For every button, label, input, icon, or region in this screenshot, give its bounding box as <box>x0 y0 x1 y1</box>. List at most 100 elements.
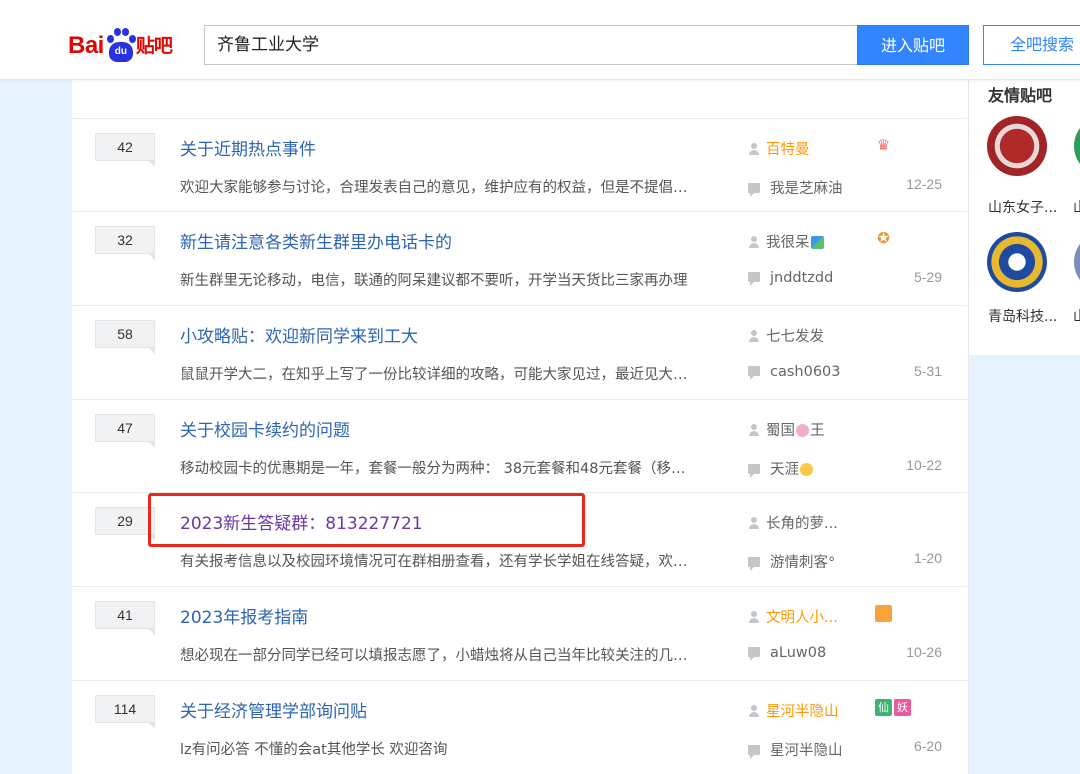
last-reply-user[interactable]: 星河半隐山 <box>770 743 843 759</box>
author-emoji-icon <box>810 236 824 249</box>
thread-title-link[interactable]: 关于校园卡续约的问题 <box>180 416 350 441</box>
thread-author[interactable]: 星河半隐山 <box>748 700 839 721</box>
author-name[interactable]: 长角的萝... <box>766 516 838 532</box>
thread-row: 58 小攻略贴：欢迎新同学来到工大 鼠鼠开学大二，在知乎上写了一份比较详细的攻略… <box>72 305 967 398</box>
thread-row: 32 新生请注意各类新生群里办电话卡的 新生群里无论移动，电信，联通的阿呆建议都… <box>72 211 967 304</box>
reply-count-badge: 42 <box>95 133 155 167</box>
author-icon <box>748 424 760 436</box>
reply-time: 10-26 <box>906 644 942 660</box>
chat-icon <box>748 366 760 380</box>
reply-count-badge: 41 <box>95 601 155 635</box>
member-badge: ✪ <box>875 230 892 247</box>
friend-bar-name[interactable]: 山东女子... <box>988 197 1057 217</box>
chat-icon <box>748 183 760 197</box>
last-reply-user[interactable]: cash0603 <box>770 364 841 380</box>
author-icon <box>748 611 760 623</box>
reply-count-badge: 114 <box>95 695 155 729</box>
reply-count-badge: 47 <box>95 414 155 448</box>
paw-icon: du <box>105 28 136 66</box>
chat-icon <box>748 557 760 571</box>
thread-row: 42 关于近期热点事件 欢迎大家能够参与讨论，合理发表自己的意见，维护应有的权益… <box>72 118 967 211</box>
last-reply[interactable]: 天涯 <box>748 458 813 479</box>
last-reply[interactable]: 我是芝麻油 <box>748 177 843 198</box>
friend-bar-name[interactable]: 青岛科技... <box>988 306 1057 326</box>
member-badge: 仙 妖 <box>875 699 911 716</box>
reply-time: 5-31 <box>913 363 942 379</box>
thread-author[interactable]: 七七发发 <box>748 325 824 346</box>
last-reply-user[interactable]: 我是芝麻油 <box>770 181 843 197</box>
sidebar-lower-background <box>968 355 1080 774</box>
last-reply-user[interactable]: jnddtzdd <box>770 270 833 286</box>
thread-author[interactable]: 百特曼 <box>748 138 810 159</box>
author-icon <box>748 330 760 342</box>
thread-abstract: 有关报考信息以及校园环境情况可在群相册查看，还有学长学姐在线答疑，欢迎大家加入 <box>180 554 690 570</box>
last-reply-user[interactable]: aLuw08 <box>770 645 826 661</box>
chat-icon <box>748 745 760 759</box>
chat-icon <box>748 272 760 286</box>
reply-count-badge: 58 <box>95 320 155 354</box>
logo-tieba-text: 贴吧 <box>135 35 173 57</box>
author-name[interactable]: 星河半隐山 <box>766 704 839 720</box>
author-name[interactable]: 我很呆 <box>766 235 810 251</box>
reply-time: 6-20 <box>913 738 942 754</box>
last-reply[interactable]: 游情刺客° <box>748 551 835 572</box>
flag-icon <box>875 605 892 622</box>
chat-icon <box>748 464 760 478</box>
author-icon <box>748 705 760 717</box>
author-name-suffix[interactable]: 王 <box>810 423 825 439</box>
smile-emoji-icon <box>800 463 813 476</box>
reply-count-badge: 29 <box>95 507 155 541</box>
yao-badge: 妖 <box>894 699 911 716</box>
highlight-box <box>148 493 585 547</box>
thread-title-link[interactable]: 2023年报考指南 <box>180 603 308 628</box>
reply-time: 5-29 <box>913 269 942 285</box>
member-badge <box>875 605 892 622</box>
thread-abstract: 移动校园卡的优惠期是一年，套餐一般分为两种： 38元套餐和48元套餐（移动用户 <box>180 461 690 477</box>
thread-abstract: 新生群里无论移动，电信，联通的阿呆建议都不要听，开学当天货比三家再办理 <box>180 273 688 289</box>
member-badge: ♛ <box>875 137 892 154</box>
search-input[interactable]: 齐鲁工业大学 <box>204 25 858 65</box>
author-name[interactable]: 文明人小... <box>766 610 838 626</box>
top-header: Bai du 贴吧 齐鲁工业大学 进入贴吧 全吧搜索 <box>0 0 1080 80</box>
enter-tieba-button[interactable]: 进入贴吧 <box>857 25 969 65</box>
thread-title-link[interactable]: 关于经济管理学部询问贴 <box>180 697 367 722</box>
gamepad-icon: ✪ <box>875 230 892 247</box>
reply-time: 10-22 <box>906 457 942 473</box>
author-icon <box>748 236 760 248</box>
thread-title-link[interactable]: 小攻略贴：欢迎新同学来到工大 <box>180 322 418 347</box>
friend-bar-name[interactable]: 山 <box>1073 197 1080 217</box>
last-reply[interactable]: aLuw08 <box>748 645 826 661</box>
all-tieba-search-button[interactable]: 全吧搜索 <box>983 25 1080 65</box>
author-name[interactable]: 蜀国 <box>766 423 795 439</box>
last-reply[interactable]: jnddtzdd <box>748 270 833 286</box>
thread-author[interactable]: 蜀国王 <box>748 419 825 440</box>
chat-icon <box>748 647 760 661</box>
baidu-tieba-logo[interactable]: Bai du 贴吧 <box>68 22 173 66</box>
author-name[interactable]: 百特曼 <box>766 142 810 158</box>
last-reply-user[interactable]: 游情刺客° <box>770 555 835 571</box>
xian-badge: 仙 <box>875 699 892 716</box>
thread-abstract: 想必现在一部分同学已经可以填报志愿了，小蜡烛将从自己当年比较关注的几个方面来说 <box>180 648 690 664</box>
last-reply[interactable]: cash0603 <box>748 364 841 380</box>
thread-author[interactable]: 长角的萝... <box>748 512 838 533</box>
thread-author[interactable]: 我很呆 <box>748 231 824 252</box>
thread-abstract: lz有问必答 不懂的会at其他学长 欢迎咨询 <box>180 742 448 758</box>
author-name[interactable]: 七七发发 <box>766 329 824 345</box>
thread-row: 114 关于经济管理学部询问贴 lz有问必答 不懂的会at其他学长 欢迎咨询 星… <box>72 680 967 773</box>
last-reply-user[interactable]: 天涯 <box>770 462 799 478</box>
friend-bar-name[interactable]: 山 <box>1073 306 1080 326</box>
author-icon <box>748 143 760 155</box>
thread-title-link[interactable]: 关于近期热点事件 <box>180 135 316 160</box>
reply-count-badge: 32 <box>95 226 155 260</box>
author-icon <box>748 517 760 529</box>
thread-title-link[interactable]: 新生请注意各类新生群里办电话卡的 <box>180 228 452 253</box>
thread-abstract: 鼠鼠开学大二，在知乎上写了一份比较详细的攻略，可能大家见过，最近见大家都在问 <box>180 367 690 383</box>
last-reply[interactable]: 星河半隐山 <box>748 739 843 760</box>
left-background <box>0 80 72 774</box>
thread-row: 41 2023年报考指南 想必现在一部分同学已经可以填报志愿了，小蜡烛将从自己当… <box>72 586 967 679</box>
thread-author[interactable]: 文明人小... <box>748 606 838 627</box>
qust-logo[interactable] <box>987 232 1047 292</box>
thread-row: 47 关于校园卡续约的问题 移动校园卡的优惠期是一年，套餐一般分为两种： 38元… <box>72 399 967 492</box>
shandong-women-university-logo[interactable] <box>987 116 1047 176</box>
friend-bars-title: 友情贴吧 <box>988 86 1053 105</box>
